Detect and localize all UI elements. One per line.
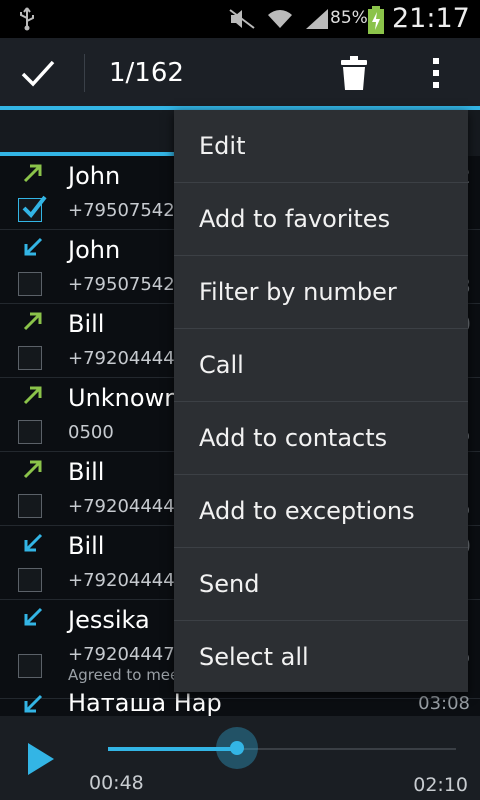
menu-item-call[interactable]: Call: [174, 329, 468, 402]
phone-number: +79507542: [68, 200, 175, 221]
trash-icon[interactable]: [338, 55, 370, 91]
total-time: 02:10: [413, 774, 468, 796]
row-checkbox[interactable]: [18, 346, 42, 370]
menu-item-send[interactable]: Send: [174, 548, 468, 621]
battery-charging-icon: [368, 6, 384, 34]
phone-number: +79204447: [68, 644, 175, 665]
menu-item-edit[interactable]: Edit: [174, 110, 468, 183]
battery-percent: 85%: [330, 8, 368, 28]
menu-item-filter-by-number[interactable]: Filter by number: [174, 256, 468, 329]
contact-name: Jessika: [68, 606, 150, 634]
row-checkbox[interactable]: [18, 654, 42, 678]
row-checkbox[interactable]: [18, 494, 42, 518]
play-icon[interactable]: [26, 742, 56, 776]
seek-bar-thumb[interactable]: [215, 727, 258, 769]
phone-number: +79507542: [68, 274, 175, 295]
signal-icon: [306, 9, 328, 29]
incoming-call-icon: [24, 533, 43, 552]
contact-name: John: [68, 162, 121, 190]
outgoing-call-icon: [23, 164, 42, 183]
call-time: 03:08: [418, 693, 470, 714]
incoming-call-icon: [24, 694, 43, 713]
row-checkbox[interactable]: [18, 568, 42, 592]
phone-number: +79204444: [68, 570, 175, 591]
contact-name: John: [68, 236, 121, 264]
overflow-menu: Edit Add to favorites Filter by number C…: [174, 110, 468, 692]
incoming-call-icon: [24, 607, 43, 626]
phone-number: +79204444: [68, 348, 175, 369]
menu-item-add-to-contacts[interactable]: Add to contacts: [174, 402, 468, 475]
contact-name: Bill: [68, 310, 105, 338]
contact-name: Bill: [68, 532, 105, 560]
row-checkbox[interactable]: [18, 195, 47, 222]
menu-item-select-all[interactable]: Select all: [174, 621, 468, 694]
menu-item-add-to-exceptions[interactable]: Add to exceptions: [174, 475, 468, 548]
audio-player: 00:48 02:10: [0, 716, 480, 800]
overflow-menu-icon[interactable]: [430, 56, 442, 90]
usb-icon: [20, 7, 34, 31]
seek-bar[interactable]: [108, 727, 456, 769]
action-bar: 1/162: [0, 38, 480, 110]
call-note: Agreed to mee: [68, 666, 180, 684]
outgoing-call-icon: [23, 386, 42, 405]
elapsed-time: 00:48: [89, 772, 144, 794]
call-row[interactable]: Наташа Нар 03:08: [0, 689, 480, 716]
phone-number: 0500: [68, 422, 114, 443]
action-bar-divider: [84, 54, 85, 92]
clock: 21:17: [392, 3, 470, 34]
contact-name: Unknown: [68, 384, 180, 412]
outgoing-call-icon: [23, 460, 42, 479]
incoming-call-icon: [24, 237, 43, 256]
selection-count: 1/162: [109, 58, 184, 88]
outgoing-call-icon: [23, 312, 42, 331]
status-bar: 85% 21:17: [0, 0, 480, 38]
row-checkbox[interactable]: [18, 272, 42, 296]
mute-icon: [229, 9, 255, 29]
menu-item-add-to-favorites[interactable]: Add to favorites: [174, 183, 468, 256]
row-checkbox[interactable]: [18, 420, 42, 444]
check-icon[interactable]: [20, 58, 56, 88]
status-icons: [228, 8, 330, 30]
wifi-icon: [268, 10, 292, 28]
phone-number: +79204444: [68, 496, 175, 517]
contact-name: Bill: [68, 458, 105, 486]
